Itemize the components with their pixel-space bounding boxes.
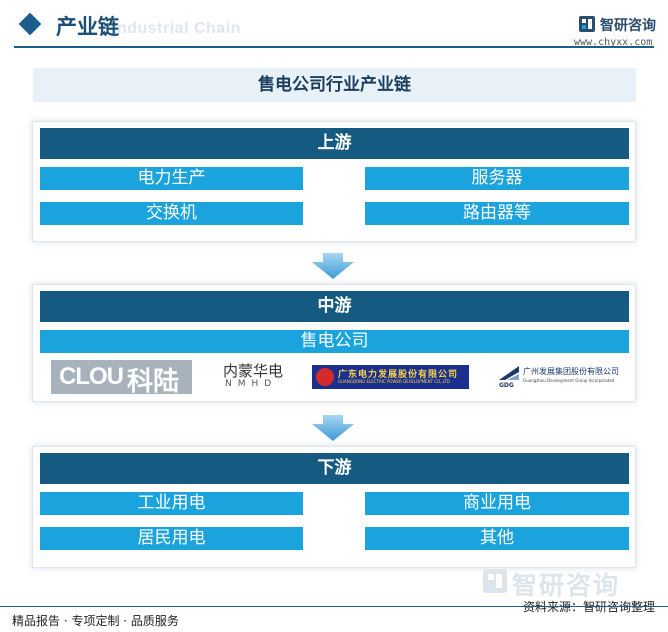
clou-logo-text: CLOU (59, 363, 124, 390)
footer-slogan: 精品报告 · 专项定制 · 品质服务 (12, 614, 179, 628)
nmhd-logo: 内蒙华电 NMHD (221, 360, 289, 394)
chain-title: 售电公司行业产业链 (33, 68, 636, 102)
upstream-item: 路由器等 (365, 202, 629, 225)
midstream-item: 售电公司 (40, 330, 629, 353)
footer-divider (0, 606, 668, 607)
header-subtitle: Industrial Chain (112, 20, 241, 37)
guangdong-power-en: GUANGDONG ELECTRIC POWER DEVELOPMENT CO.… (338, 379, 450, 384)
down-arrow-icon (312, 253, 354, 279)
guangzhou-development-en: Guangzhou Development Group Incorporated (523, 378, 615, 383)
downstream-item: 商业用电 (365, 492, 629, 515)
gdg-tag: GDG (499, 382, 514, 389)
upstream-item: 交换机 (40, 202, 303, 225)
midstream-label: 中游 (40, 291, 629, 322)
upstream-item: 电力生产 (40, 167, 303, 190)
page-header: Industrial Chain 产业链 智研咨询 www.chyxx.com (0, 0, 668, 52)
downstream-item: 工业用电 (40, 492, 303, 515)
upstream-item: 服务器 (365, 167, 629, 190)
midstream-section: 中游 售电公司 CLOU 科陆 内蒙华电 NMHD 广东电力发展股份有限公司 G… (32, 284, 636, 402)
downstream-section: 下游 工业用电 商业用电 居民用电 其他 (32, 446, 636, 568)
downstream-item: 居民用电 (40, 527, 303, 550)
watermark-logo-icon (483, 569, 507, 593)
watermark-text: 智研咨询 (512, 571, 621, 600)
brand-logo-icon (579, 16, 595, 32)
guangdong-power-logo: 广东电力发展股份有限公司 GUANGDONG ELECTRIC POWER DE… (312, 365, 469, 389)
brand-name: 智研咨询 (600, 18, 656, 34)
guangzhou-development-logo: GDG 广州发展集团股份有限公司 Guangzhou Development G… (499, 360, 629, 394)
nmhd-logo-cn: 内蒙华电 (223, 362, 284, 380)
gdg-mark-icon (499, 366, 519, 380)
clou-logo-cn: 科陆 (127, 367, 180, 397)
clou-logo: CLOU 科陆 (51, 360, 192, 397)
upstream-section: 上游 电力生产 服务器 交换机 路由器等 (32, 121, 636, 242)
downstream-item: 其他 (365, 527, 629, 550)
downstream-label: 下游 (40, 453, 629, 484)
header-title: 产业链 (56, 15, 119, 39)
down-arrow-icon (312, 415, 354, 441)
watermark: 智研咨询 (482, 566, 652, 600)
guangdong-power-mark-icon (316, 368, 334, 386)
nmhd-logo-en: NMHD (225, 379, 278, 389)
brand: 智研咨询 www.chyxx.com (574, 15, 660, 49)
upstream-label: 上游 (40, 128, 629, 159)
guangzhou-development-cn: 广州发展集团股份有限公司 (523, 367, 619, 376)
brand-url: www.chyxx.com (574, 37, 653, 48)
diamond-icon (18, 12, 42, 36)
header-divider (14, 46, 654, 48)
